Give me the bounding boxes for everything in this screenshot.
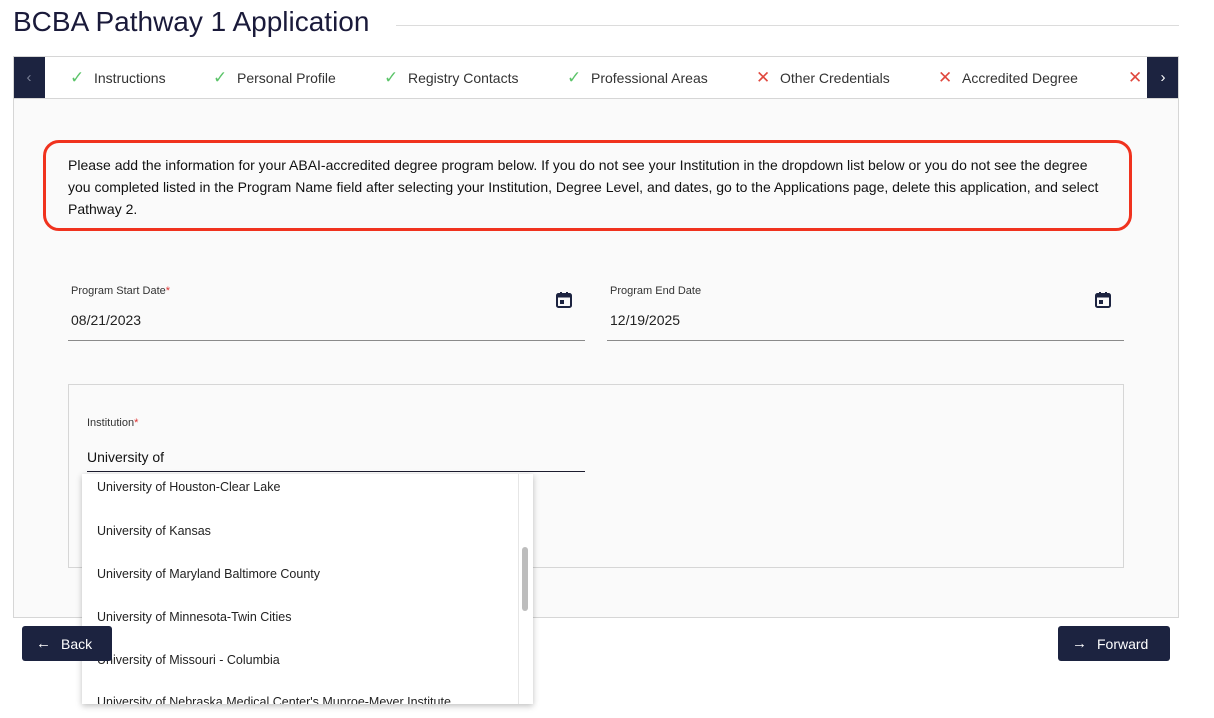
x-icon: ✕ — [938, 67, 953, 87]
end-date-underline — [607, 340, 1124, 341]
page-title: BCBA Pathway 1 Application — [13, 6, 370, 37]
institution-dropdown: University of Houston-Clear Lake Univers… — [82, 474, 533, 704]
end-date-label: Program End Date — [610, 285, 702, 297]
step-label: Instructions — [94, 69, 166, 86]
arrow-left-icon: ← — [36, 635, 51, 652]
start-date-label: Program Start Date* — [71, 285, 171, 297]
end-date-input[interactable]: 12/19/2025 — [610, 312, 680, 328]
check-icon: ✓ — [213, 67, 228, 87]
start-date-underline — [68, 340, 585, 341]
x-icon: ✕ — [1128, 67, 1143, 87]
dropdown-option[interactable]: University of Nebraska Medical Center's … — [97, 695, 451, 704]
dropdown-option[interactable]: University of Minnesota-Twin Cities — [97, 610, 292, 624]
step-list: ✓ Instructions ✓ Personal Profile ✓ Regi… — [54, 57, 1148, 98]
calendar-icon[interactable] — [555, 291, 573, 309]
dropdown-option[interactable]: University of Maryland Baltimore County — [97, 567, 320, 581]
back-button[interactable]: ← Back — [22, 626, 112, 661]
dropdown-option[interactable]: University of Kansas — [97, 524, 211, 538]
step-accredited-degree[interactable]: ✕ Accredited Degree — [938, 57, 1078, 98]
x-icon: ✕ — [756, 67, 771, 87]
required-asterisk: * — [165, 285, 171, 297]
step-instructions[interactable]: ✓ Instructions — [70, 57, 166, 98]
check-icon: ✓ — [567, 67, 582, 87]
start-date-input[interactable]: 08/21/2023 — [71, 312, 141, 328]
stepper-prev-button[interactable]: ‹ — [14, 57, 45, 98]
institution-input[interactable] — [87, 440, 585, 472]
institution-label: Institution* — [87, 417, 139, 429]
step-label: Accredited Degree — [962, 69, 1078, 86]
step-personal-profile[interactable]: ✓ Personal Profile — [213, 57, 336, 98]
check-icon: ✓ — [384, 67, 399, 87]
title-divider — [396, 25, 1179, 26]
step-label: Registry Contacts — [408, 69, 519, 86]
dropdown-scrollbar-track — [518, 474, 519, 704]
step-navigator: ‹ ✓ Instructions ✓ Personal Profile ✓ Re… — [13, 56, 1179, 99]
step-label: Other Credentials — [780, 69, 890, 86]
dropdown-option[interactable]: University of Houston-Clear Lake — [97, 480, 280, 494]
dropdown-scrollbar-thumb[interactable] — [522, 547, 528, 611]
instruction-notice: Please add the information for your ABAI… — [43, 140, 1132, 231]
chevron-right-icon: › — [1160, 69, 1166, 86]
forward-button[interactable]: → Forward — [1058, 626, 1170, 661]
calendar-icon[interactable] — [1094, 291, 1112, 309]
step-registry-contacts[interactable]: ✓ Registry Contacts — [384, 57, 518, 98]
chevron-left-icon: ‹ — [26, 69, 32, 86]
dropdown-option[interactable]: University of Missouri - Columbia — [97, 653, 280, 667]
step-other-credentials[interactable]: ✕ Other Credentials — [756, 57, 890, 98]
step-next-hidden[interactable]: ✕ — [1128, 57, 1148, 98]
arrow-right-icon: → — [1072, 635, 1087, 652]
step-label: Personal Profile — [237, 69, 336, 86]
step-professional-areas[interactable]: ✓ Professional Areas — [567, 57, 708, 98]
required-asterisk: * — [134, 417, 139, 429]
check-icon: ✓ — [70, 67, 85, 87]
step-label: Professional Areas — [591, 69, 708, 86]
stepper-next-button[interactable]: › — [1147, 57, 1178, 98]
